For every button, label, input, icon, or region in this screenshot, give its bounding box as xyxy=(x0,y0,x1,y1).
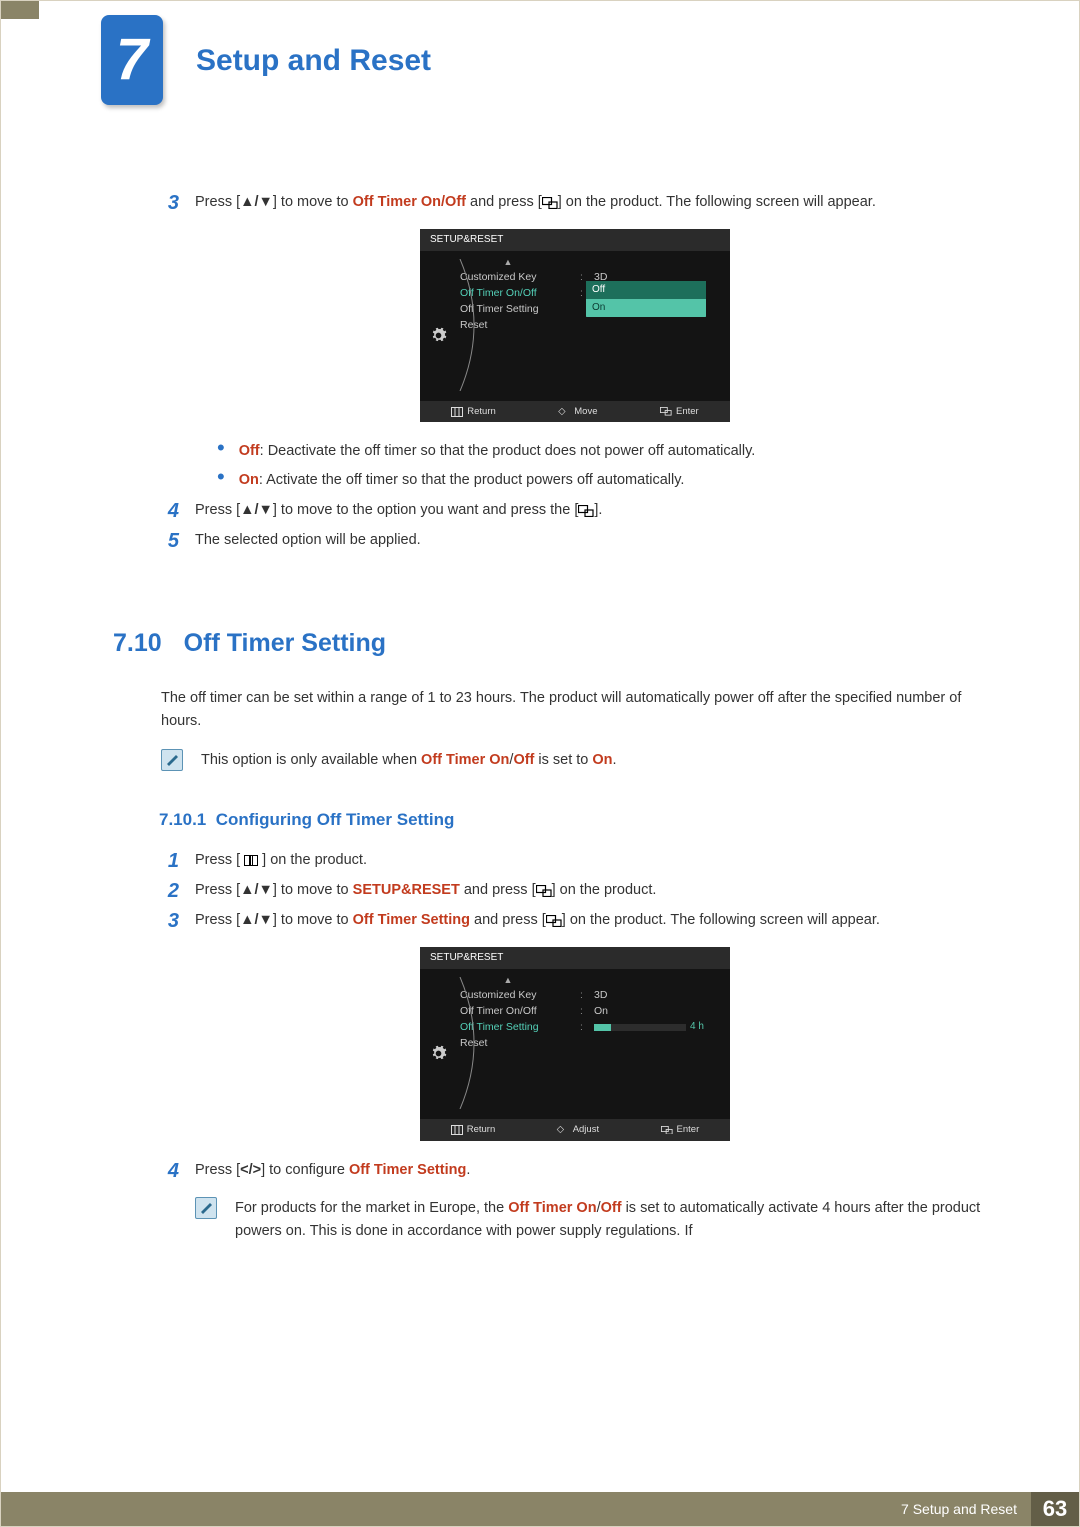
osd-footer: Return ◇Move Enter xyxy=(420,401,730,422)
page-number: 63 xyxy=(1031,1492,1079,1526)
osd-body: ▲ Customized Key:3D Off Timer On/Off: Of… xyxy=(420,251,730,401)
step-row: 4 Press [</>] to configure Off Timer Set… xyxy=(161,1159,989,1183)
page-footer: 7 Setup and Reset 63 xyxy=(1,1492,1079,1526)
note-block: This option is only available when Off T… xyxy=(161,749,989,772)
osd-option-off: Off xyxy=(586,281,706,299)
chapter-number-tab: 7 xyxy=(101,15,163,105)
step-number: 4 xyxy=(161,499,179,523)
note-block: For products for the market in Europe, t… xyxy=(195,1197,989,1243)
step-row: 1 Press [ ] on the product. xyxy=(161,849,989,873)
note-text: For products for the market in Europe, t… xyxy=(235,1197,989,1243)
up-down-icon: ▲/▼ xyxy=(240,194,273,210)
step-number: 3 xyxy=(161,909,179,933)
osd-footer: Return ◇Adjust Enter xyxy=(420,1119,730,1140)
step-body: Press [▲/▼] to move to SETUP&RESET and p… xyxy=(195,879,989,902)
step-row: 5 The selected option will be applied. xyxy=(161,529,989,553)
enter-icon xyxy=(536,882,552,898)
decor-stripe xyxy=(1,1,39,19)
enter-icon xyxy=(542,194,558,210)
bullet-icon: • xyxy=(217,440,225,463)
section-number: 7.10 xyxy=(113,623,162,663)
osd-return-hint: Return xyxy=(451,404,496,419)
step-body: Press [▲/▼] to move to the option you wa… xyxy=(195,499,989,522)
content-area: 3 Press [▲/▼] to move to Off Timer On/Of… xyxy=(161,191,989,1257)
up-down-icon: ▲/▼ xyxy=(240,912,273,928)
bullet-list: • Off: Deactivate the off timer so that … xyxy=(161,440,989,492)
osd-arc-decor xyxy=(450,977,510,1109)
document-page: 7 Setup and Reset 3 Press [▲/▼] to move … xyxy=(0,0,1080,1527)
chapter-title: Setup and Reset xyxy=(196,37,431,85)
step-row: 4 Press [▲/▼] to move to the option you … xyxy=(161,499,989,523)
bullet-item: • Off: Deactivate the off timer so that … xyxy=(217,440,989,463)
bullet-icon: • xyxy=(217,469,225,492)
osd-enter-hint: Enter xyxy=(661,1122,700,1137)
step-body: Press [▲/▼] to move to Off Timer On/Off … xyxy=(195,191,989,214)
step-row: 3 Press [▲/▼] to move to Off Timer On/Of… xyxy=(161,191,989,215)
subsection-heading: 7.10.1 Configuring Off Timer Setting xyxy=(159,806,989,833)
note-text: This option is only available when Off T… xyxy=(201,749,989,772)
menu-icon xyxy=(244,855,258,866)
enter-icon xyxy=(660,407,672,417)
osd-arc-decor xyxy=(450,259,510,391)
osd-title: SETUP&RESET xyxy=(420,947,730,969)
gear-icon xyxy=(430,327,447,344)
enter-icon xyxy=(546,912,562,928)
osd-body: ▲ Customized Key:3D Off Timer On/Off:On … xyxy=(420,969,730,1119)
section-intro: The off timer can be set within a range … xyxy=(161,687,989,733)
osd-slider: 4 h xyxy=(594,1019,704,1035)
chapter-number: 7 xyxy=(116,14,148,107)
bullet-item: • On: Activate the off timer so that the… xyxy=(217,469,989,492)
diamond-icon: ◇ xyxy=(557,1125,569,1135)
up-down-icon: ▲/▼ xyxy=(240,882,273,898)
osd-option-on: On xyxy=(586,299,706,317)
osd-adjust-hint: ◇Adjust xyxy=(557,1122,599,1137)
footer-text: 7 Setup and Reset xyxy=(901,1498,1031,1520)
gear-icon xyxy=(430,1045,447,1062)
step-row: 3 Press [▲/▼] to move to Off Timer Setti… xyxy=(161,909,989,933)
step-row: 2 Press [▲/▼] to move to SETUP&RESET and… xyxy=(161,879,989,903)
diamond-icon: ◇ xyxy=(558,407,570,417)
step-body: Press [ ] on the product. xyxy=(195,849,989,872)
menu-icon xyxy=(451,407,463,417)
osd-return-hint: Return xyxy=(451,1122,496,1137)
up-down-icon: ▲/▼ xyxy=(240,502,273,518)
step-body: Press [</>] to configure Off Timer Setti… xyxy=(195,1159,989,1182)
enter-icon xyxy=(661,1125,673,1135)
left-right-icon: </> xyxy=(240,1162,261,1178)
step-body: The selected option will be applied. xyxy=(195,529,989,552)
step-number: 1 xyxy=(161,849,179,873)
enter-icon xyxy=(578,502,594,518)
osd-dropdown: Off On xyxy=(586,281,706,317)
step-number: 4 xyxy=(161,1159,179,1183)
menu-icon xyxy=(451,1125,463,1135)
step-number: 3 xyxy=(161,191,179,215)
osd-move-hint: ◇Move xyxy=(558,404,597,419)
section-title: Off Timer Setting xyxy=(184,623,386,663)
note-icon xyxy=(161,749,183,771)
note-icon xyxy=(195,1197,217,1219)
osd-screenshot-1: SETUP&RESET ▲ Customized Key:3D Off Time… xyxy=(420,229,730,422)
section-heading: 7.10 Off Timer Setting xyxy=(113,623,989,663)
osd-screenshot-2: SETUP&RESET ▲ Customized Key:3D Off Time… xyxy=(420,947,730,1140)
osd-enter-hint: Enter xyxy=(660,404,699,419)
step-body: Press [▲/▼] to move to Off Timer Setting… xyxy=(195,909,989,932)
osd-title: SETUP&RESET xyxy=(420,229,730,251)
step-number: 2 xyxy=(161,879,179,903)
step-number: 5 xyxy=(161,529,179,553)
